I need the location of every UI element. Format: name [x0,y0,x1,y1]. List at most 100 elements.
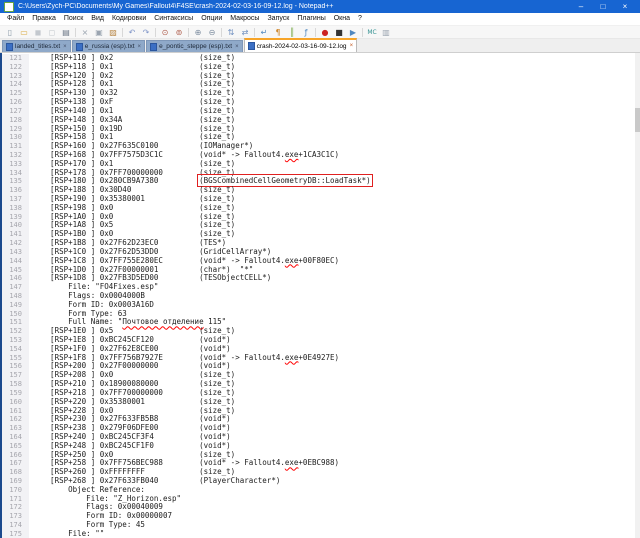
menu-item-2[interactable]: Правка [28,13,60,25]
menu-item-11[interactable]: Окна [330,13,354,25]
menu-item-7[interactable]: Опции [197,13,226,25]
line-number: 174 [2,521,29,530]
line-number: 147 [2,283,29,292]
line-number: 137 [2,195,29,204]
stop-macro-icon[interactable]: ■ [333,27,345,38]
line-text: File: "" [29,530,104,538]
file-icon [6,43,13,51]
redo-icon[interactable]: ↷ [140,27,152,38]
line-number: 123 [2,72,29,81]
sync-vertical-icon[interactable]: ⇅ [225,27,237,38]
line-number: 166 [2,451,29,460]
print-icon[interactable]: ▤ [60,27,72,38]
tab-4[interactable]: crash-2024-02-03-16-09-12.log× [244,38,358,52]
notepad-plus-plus-window: C:\Users\Zych-PC\Documents\My Games\Fall… [0,0,640,535]
show-all-characters-icon[interactable]: ¶ [272,27,284,38]
line-number: 134 [2,169,29,178]
zoom-out-icon[interactable]: ⊖ [206,27,218,38]
file-icon [248,42,255,50]
menu-item-4[interactable]: Вид [87,13,108,25]
menu-item-8[interactable]: Макросы [226,13,263,25]
line-number: 175 [2,530,29,538]
new-file-icon[interactable]: ▯ [4,27,16,38]
line-number: 138 [2,204,29,213]
line-number: 145 [2,266,29,275]
line-number: 149 [2,301,29,310]
line-number: 146 [2,274,29,283]
tab-2[interactable]: e_russia (esp).txt× [72,40,145,52]
cut-icon[interactable]: × [79,27,91,38]
tab-1[interactable]: landed_titles.txt× [2,40,71,52]
notepad-plus-plus-app-icon [4,2,14,12]
line-number: 153 [2,336,29,345]
find-icon[interactable]: ⊙ [159,27,171,38]
vertical-scrollbar[interactable] [635,53,640,538]
menu-item-5[interactable]: Кодировки [108,13,150,25]
line-number: 140 [2,221,29,230]
editor-surface[interactable]: 121 [RSP+110 ] 0x2 (size_t)122 [RSP+118 … [0,53,640,538]
line-number: 159 [2,389,29,398]
maximize-button[interactable]: □ [592,0,614,13]
undo-icon[interactable]: ↶ [126,27,138,38]
line-number: 129 [2,125,29,134]
line-number: 158 [2,380,29,389]
line-number: 170 [2,486,29,495]
word-wrap-icon[interactable]: ↵ [258,27,270,38]
menu-item-10[interactable]: Плагины [293,13,329,25]
line-number: 154 [2,345,29,354]
tab-close-icon[interactable]: × [350,43,354,49]
save-all-icon[interactable]: ◻ [46,27,58,38]
file-icon [76,43,83,51]
replace-icon[interactable]: ⊚ [173,27,185,38]
menu-item-12[interactable]: ? [354,13,366,25]
editor-line[interactable]: 175 File: "" [2,530,634,538]
tab-3[interactable]: e_pontic_steppe (esp).txt× [146,40,243,52]
line-number: 167 [2,459,29,468]
menu-item-9[interactable]: Запуск [263,13,293,25]
line-number: 168 [2,468,29,477]
tab-label: crash-2024-02-03-16-09-12.log [257,43,347,50]
indent-guide-icon[interactable]: ║ [286,27,298,38]
tab-close-icon[interactable]: × [63,44,67,50]
spellcheck-underline: exe [285,150,299,159]
menu-item-6[interactable]: Синтаксисы [150,13,197,25]
tab-close-icon[interactable]: × [138,44,142,50]
minimize-button[interactable]: – [570,0,592,13]
line-number: 162 [2,415,29,424]
toolbar-separator [315,28,316,37]
menubar: ФайлПравкаПоискВидКодировкиСинтаксисыОпц… [0,13,640,26]
line-number: 172 [2,503,29,512]
line-number: 164 [2,433,29,442]
line-number: 151 [2,318,29,327]
line-number: 157 [2,371,29,380]
line-number: 132 [2,151,29,160]
document-monitor-icon[interactable]: ▥ [380,27,392,38]
tab-close-icon[interactable]: × [235,44,239,50]
paste-icon[interactable]: ▨ [107,27,119,38]
open-folder-icon[interactable]: ▭ [18,27,30,38]
line-number: 131 [2,142,29,151]
copy-icon[interactable]: ▣ [93,27,105,38]
close-button[interactable]: × [614,0,636,13]
editor-lines: 121 [RSP+110 ] 0x2 (size_t)122 [RSP+118 … [2,54,634,538]
menu-item-1[interactable]: Файл [3,13,28,25]
save-icon[interactable]: ◼ [32,27,44,38]
zoom-in-icon[interactable]: ⊕ [192,27,204,38]
multi-clipboard-icon[interactable]: MC [366,27,378,38]
line-number: 136 [2,186,29,195]
record-macro-icon[interactable]: ● [319,27,331,38]
toolbar-separator [188,28,189,37]
line-number: 139 [2,213,29,222]
line-number: 173 [2,512,29,521]
scrollbar-thumb[interactable] [635,108,640,132]
sync-horizontal-icon[interactable]: ⇄ [239,27,251,38]
line-number: 142 [2,239,29,248]
play-macro-icon[interactable]: ▶ [347,27,359,38]
menu-item-3[interactable]: Поиск [60,13,87,25]
line-number: 121 [2,54,29,63]
crash-highlight-box: (BGSCombinedCellGeometryDB::LoadTask*) [199,176,371,185]
line-number: 144 [2,257,29,266]
line-number: 127 [2,107,29,116]
function-list-icon[interactable]: ƒ [300,27,312,38]
spellcheck-underline: exe [285,458,299,467]
